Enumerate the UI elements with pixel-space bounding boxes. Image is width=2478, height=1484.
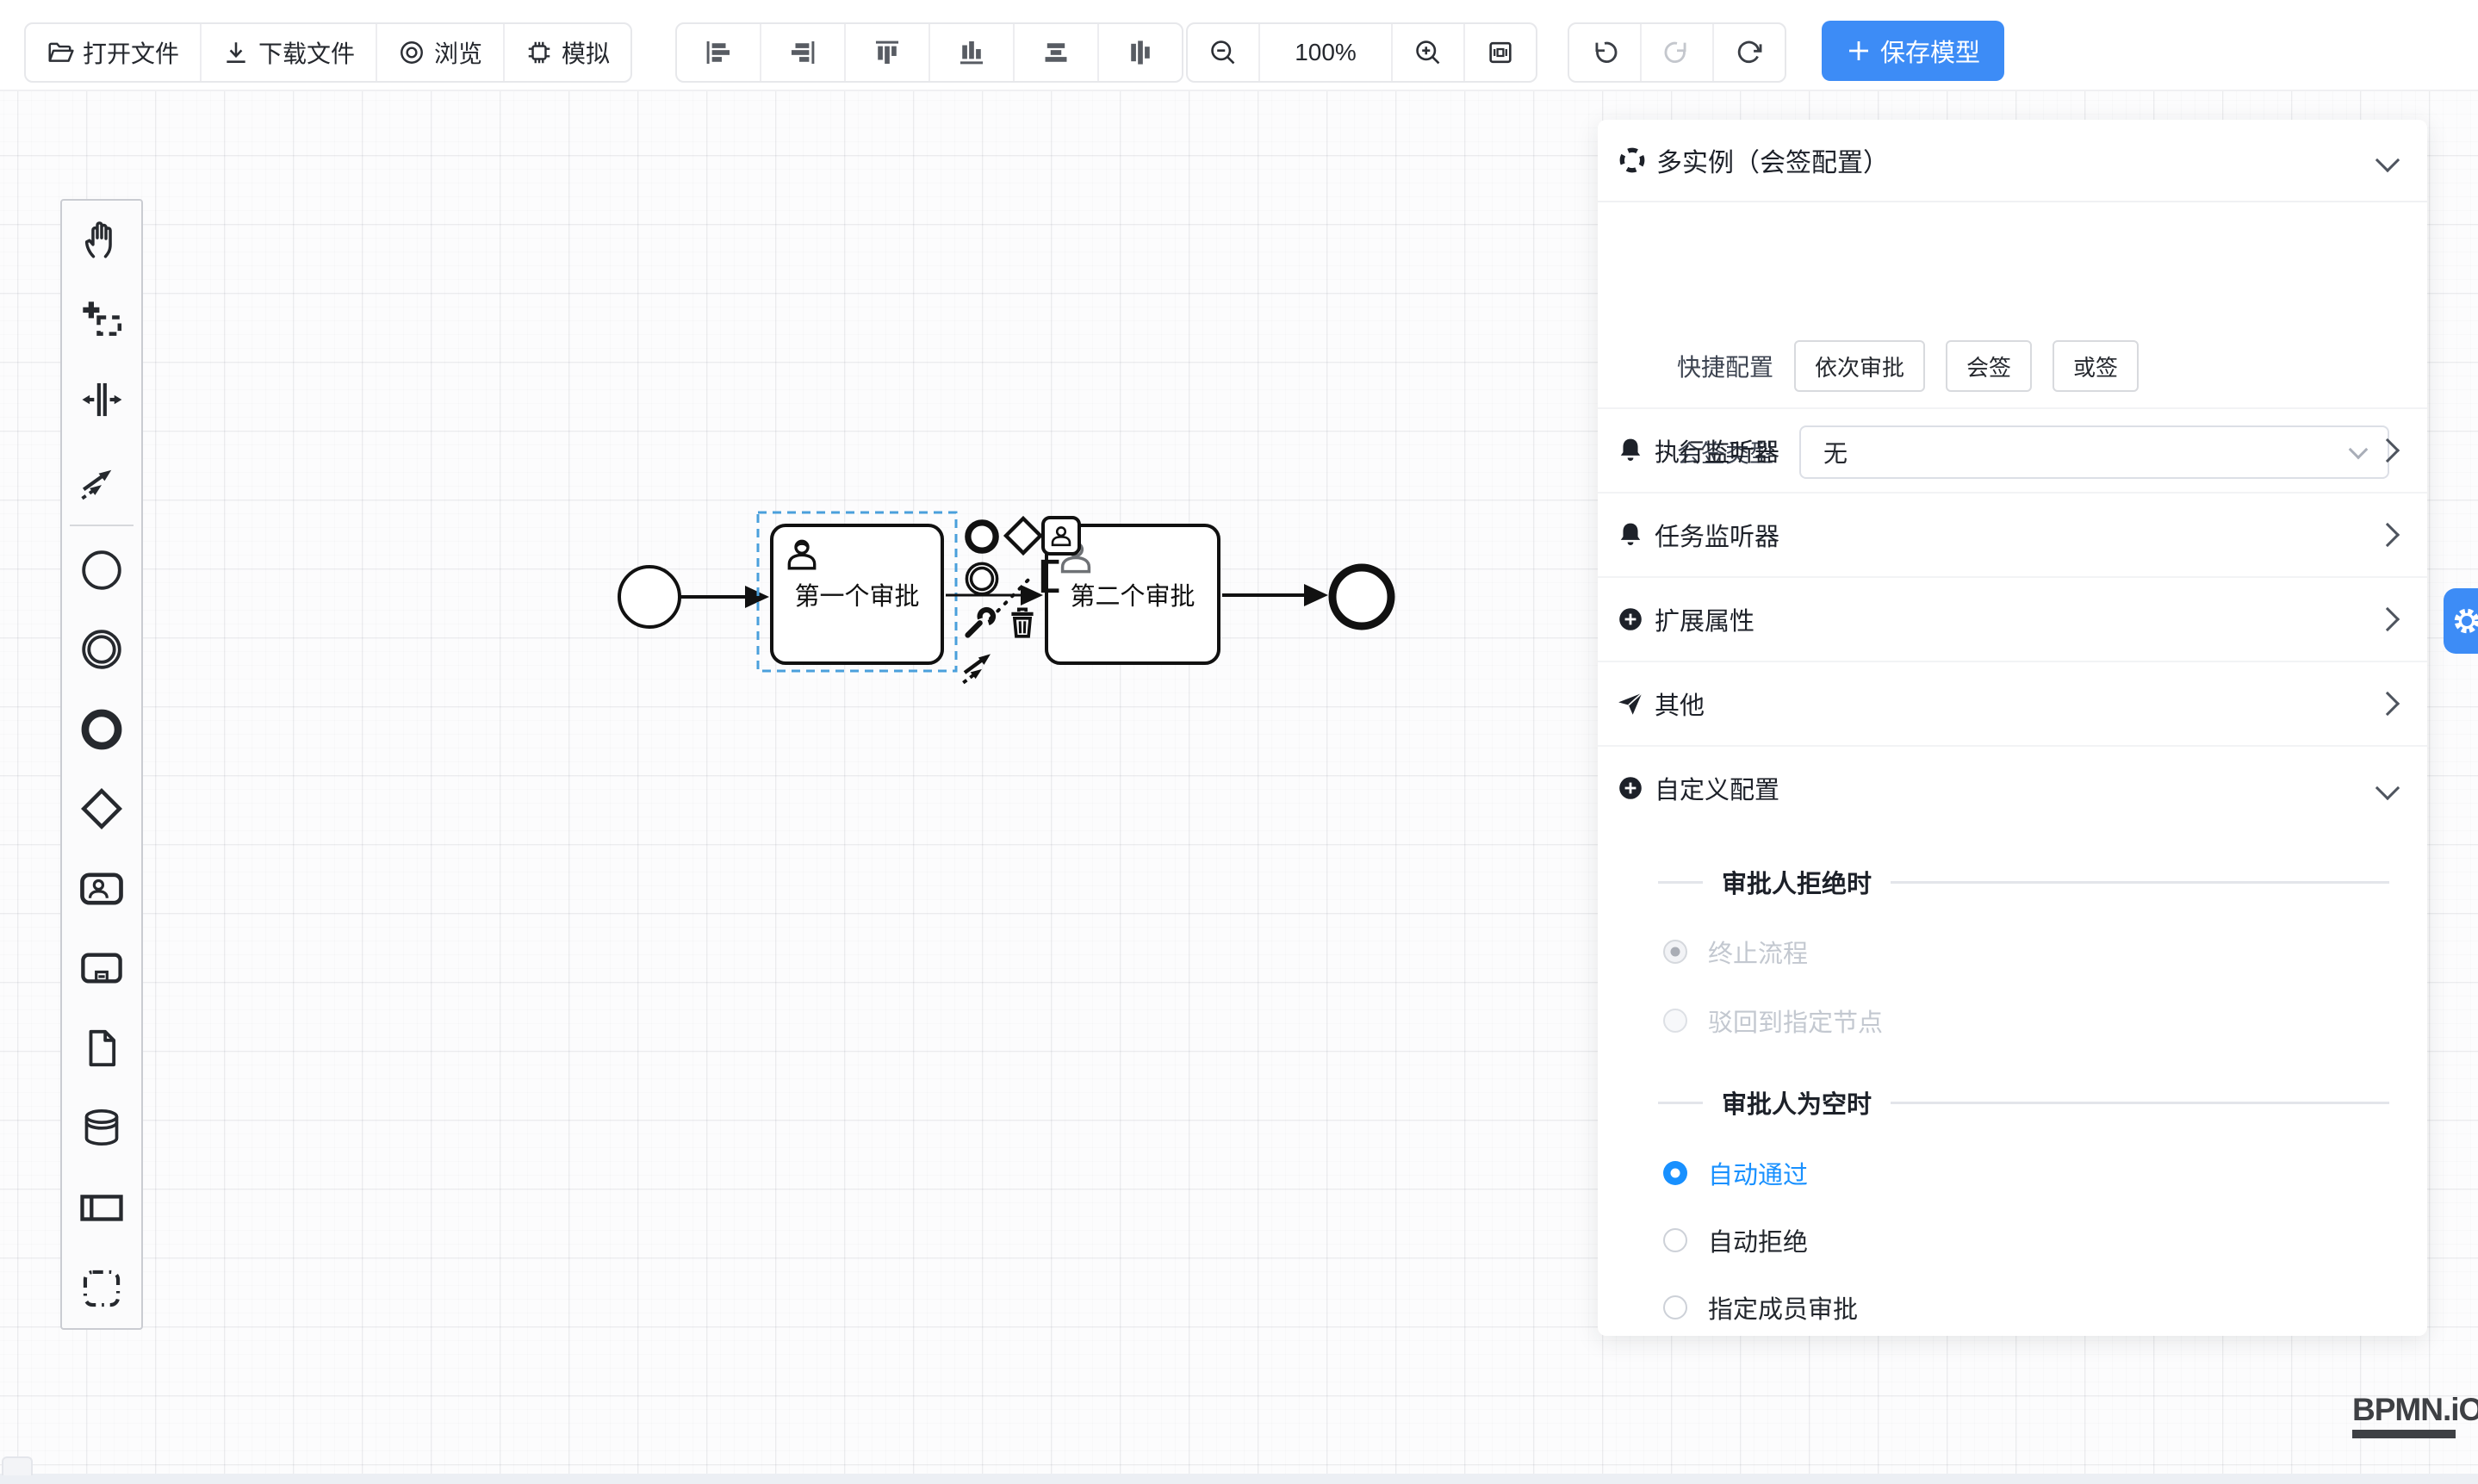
quick-btn-orsign[interactable]: 或签 xyxy=(2053,340,2139,392)
user-icon xyxy=(1050,525,1072,547)
group-title-text: 审批人拒绝时 xyxy=(1722,864,1872,900)
radio-label: 终止流程 xyxy=(1708,934,1808,970)
pad-append-end-event[interactable] xyxy=(962,517,1002,556)
section-task-listener[interactable]: 任务监听器 xyxy=(1598,494,2427,576)
plus-circle-icon xyxy=(1617,774,1644,802)
quick-config-row: 快捷配置 依次审批 会签 或签 xyxy=(1598,342,2389,390)
task-label: 第一个审批 xyxy=(794,576,919,612)
chevron-down-icon xyxy=(2376,148,2400,172)
radio-label: 自动通过 xyxy=(1708,1155,1808,1191)
sequence-flow-1[interactable] xyxy=(680,586,769,608)
divider xyxy=(1658,881,1703,884)
radio-label: 自动拒绝 xyxy=(1708,1222,1808,1258)
quick-btn-sequential[interactable]: 依次审批 xyxy=(1794,340,1925,392)
divider xyxy=(1658,1102,1703,1104)
divider xyxy=(1891,881,2389,884)
radio-icon xyxy=(1663,1295,1687,1319)
radio-reject-to-node[interactable]: 驳回到指定节点 xyxy=(1663,1003,1883,1038)
quick-btn-countersign[interactable]: 会签 xyxy=(1946,340,2032,392)
radio-label: 指定成员审批 xyxy=(1708,1289,1858,1326)
quick-btn-label: 会签 xyxy=(1966,351,2011,382)
start-event[interactable] xyxy=(619,567,680,627)
gear-icon xyxy=(2450,605,2478,637)
trash-icon xyxy=(1004,604,1040,640)
quick-btn-label: 依次审批 xyxy=(1815,351,1904,382)
group-title-empty: 审批人为空时 xyxy=(1598,1085,2389,1120)
section-execution-listener[interactable]: 执行监听器 xyxy=(1598,409,2427,492)
section-label: 扩展属性 xyxy=(1655,601,2379,637)
quick-btn-label: 或签 xyxy=(2073,351,2118,382)
divider xyxy=(1891,1102,2389,1104)
end-event-icon xyxy=(963,518,1001,556)
logo-text: BPMN.iO xyxy=(2352,1392,2478,1428)
pad-append-intermediate-event[interactable] xyxy=(962,559,1002,599)
section-label: 任务监听器 xyxy=(1655,517,2379,553)
radio-icon xyxy=(1663,1228,1687,1252)
pad-delete[interactable] xyxy=(1003,603,1041,641)
chevron-right-icon xyxy=(2376,523,2400,547)
pad-append-gateway[interactable] xyxy=(1002,514,1045,557)
bell-icon xyxy=(1617,437,1644,464)
chevron-right-icon xyxy=(2376,692,2400,716)
section-extended-properties[interactable]: 扩展属性 xyxy=(1598,578,2427,661)
properties-panel: 多实例（会签配置） 快捷配置 依次审批 会签 或签 会签类型 无 执行监听器 xyxy=(1598,120,2427,1336)
radio-icon xyxy=(1663,1009,1687,1033)
group-title-text: 审批人为空时 xyxy=(1722,1084,1872,1121)
logo-underline xyxy=(2352,1430,2456,1438)
quick-config-label: 快捷配置 xyxy=(1598,349,1773,383)
radio-terminate-process[interactable]: 终止流程 xyxy=(1663,934,1808,969)
task-first-approval[interactable]: 第一个审批 xyxy=(770,524,944,665)
pad-append-text-annotation[interactable] xyxy=(1027,556,1065,596)
section-label: 自定义配置 xyxy=(1655,770,2379,806)
pad-connect[interactable] xyxy=(960,643,1003,686)
send-icon xyxy=(1617,690,1644,717)
chevron-down-icon xyxy=(2376,776,2400,800)
panel-title: 多实例（会签配置） xyxy=(1656,141,2379,179)
sequence-flow-3[interactable] xyxy=(1222,584,1328,606)
settings-tab[interactable] xyxy=(2444,588,2478,654)
chevron-right-icon xyxy=(2376,438,2400,463)
text-annotation-icon xyxy=(1028,557,1064,595)
radio-icon xyxy=(1663,940,1687,964)
plus-circle-icon xyxy=(1617,605,1644,633)
group-title-reject: 审批人拒绝时 xyxy=(1598,865,2389,899)
divider xyxy=(1598,201,2427,202)
bell-icon xyxy=(1617,521,1644,549)
chevron-right-icon xyxy=(2376,607,2400,631)
radio-assign-member[interactable]: 指定成员审批 xyxy=(1663,1290,1858,1325)
gateway-icon xyxy=(1002,514,1045,557)
wrench-icon xyxy=(963,604,999,640)
pad-append-user-task[interactable] xyxy=(1041,516,1081,556)
radio-auto-pass[interactable]: 自动通过 xyxy=(1663,1156,1808,1190)
multi-instance-icon xyxy=(1618,146,1646,174)
section-other[interactable]: 其他 xyxy=(1598,662,2427,745)
task-label: 第二个审批 xyxy=(1070,576,1195,612)
section-label: 执行监听器 xyxy=(1655,432,2379,469)
section-custom-config[interactable]: 自定义配置 xyxy=(1598,747,2427,829)
bpmn-io-logo: BPMN.iO xyxy=(2352,1392,2478,1438)
intermediate-event-icon xyxy=(963,560,1001,598)
radio-icon xyxy=(1663,1161,1687,1185)
end-event[interactable] xyxy=(1332,568,1391,626)
user-icon xyxy=(784,536,820,572)
radio-auto-reject[interactable]: 自动拒绝 xyxy=(1663,1223,1808,1257)
section-label: 其他 xyxy=(1655,686,2379,722)
bpmn-editor: 第一个审批 第二个审批 xyxy=(0,0,2478,1484)
connect-arrows-icon xyxy=(960,643,1003,686)
panel-header-multi-instance[interactable]: 多实例（会签配置） xyxy=(1598,120,2427,201)
radio-label: 驳回到指定节点 xyxy=(1708,1003,1883,1039)
pad-settings[interactable] xyxy=(962,603,1000,641)
